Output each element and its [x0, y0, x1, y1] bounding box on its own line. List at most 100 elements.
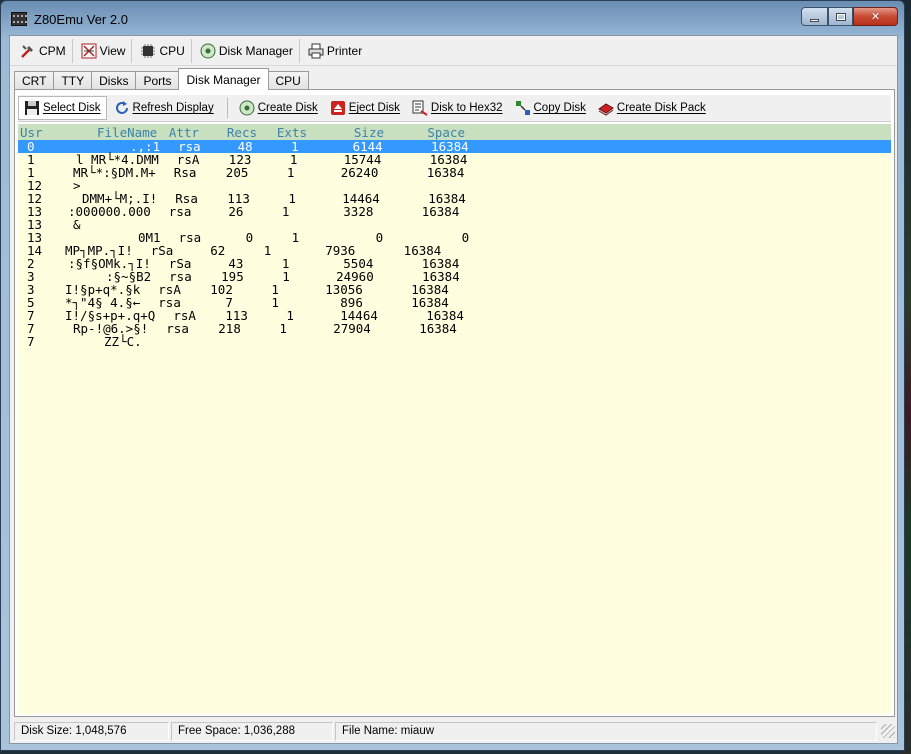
eject-disk-label: Eject Disk — [348, 102, 400, 114]
eject-disk-button[interactable]: Eject Disk — [325, 96, 405, 120]
list-space: 16384 — [419, 321, 457, 336]
cpm-button[interactable]: CPM — [14, 38, 73, 63]
col-usr[interactable]: Usr — [18, 125, 72, 140]
list-filename: ZZ└C. — [104, 334, 142, 349]
view-icon — [81, 43, 97, 59]
create-disk-pack-label: Create Disk Pack — [616, 102, 706, 114]
disk-to-hex32-button[interactable]: Disk to Hex32 — [407, 96, 508, 120]
disk-toolbar: Select Disk Refresh Display Create Disk — [18, 94, 891, 122]
eject-icon — [330, 100, 346, 116]
col-recs[interactable]: Recs — [199, 125, 257, 140]
status-bar: Disk Size: 1,048,576 Free Space: 1,036,2… — [14, 721, 895, 741]
tab-disks[interactable]: Disks — [91, 71, 137, 90]
close-icon: ✕ — [870, 10, 881, 23]
list-attr: rsa — [166, 321, 189, 336]
list-size: 26240 — [340, 165, 379, 180]
disk-to-hex32-label: Disk to Hex32 — [430, 102, 503, 114]
create-disk-label: Create Disk — [257, 102, 318, 114]
list-space: 16384 — [426, 165, 465, 180]
status-disk-size: Disk Size: 1,048,576 — [14, 721, 169, 741]
hex-icon — [412, 100, 428, 116]
list-recs: 26 — [228, 204, 244, 219]
table-row[interactable]: 13:000000.000 rsa 26 1 3328 16384 — [18, 204, 891, 219]
view-label: View — [99, 43, 126, 58]
create-disk-pack-button[interactable]: Create Disk Pack — [593, 96, 711, 120]
table-row[interactable]: 13 0M1 rsa 0 1 0 0 — [18, 230, 891, 245]
title-bar[interactable]: Z80Emu Ver 2.0 ✕ — [1, 1, 904, 35]
disk-manager-button[interactable]: Disk Manager — [194, 38, 300, 63]
select-disk-label: Select Disk — [43, 102, 101, 114]
list-space: 16384 — [421, 204, 460, 219]
table-row[interactable]: 7 ZZ└C. — [18, 334, 891, 349]
list-size: 27904 — [333, 321, 371, 336]
refresh-display-label: Refresh Display — [132, 102, 214, 114]
copy-disk-button[interactable]: Copy Disk — [510, 96, 591, 120]
refresh-icon — [114, 100, 130, 116]
col-exts[interactable]: Exts — [257, 125, 307, 140]
list-usr: 7 — [27, 334, 35, 349]
window-title: Z80Emu Ver 2.0 — [34, 12, 128, 27]
list-size: 3328 — [343, 204, 374, 219]
table-row[interactable]: 3 I!§p+q*.§k rsA 102 1 13056 16384 — [18, 282, 891, 297]
printer-label: Printer — [326, 43, 363, 58]
floppy-icon — [24, 100, 40, 116]
main-toolbar: CPM View CPU Disk Manager Printer — [10, 36, 897, 66]
cpu-button[interactable]: CPU — [134, 38, 192, 63]
tab-disk-manager[interactable]: Disk Manager — [178, 68, 269, 90]
maximize-button[interactable] — [828, 7, 853, 26]
create-disk-icon — [239, 100, 255, 116]
cpu-icon — [140, 43, 156, 59]
view-button[interactable]: View — [75, 38, 133, 63]
list-exts: 1 — [286, 165, 295, 180]
list-attr: rsa — [168, 204, 192, 219]
tools-icon — [20, 43, 36, 59]
toolbar-separator — [226, 98, 228, 118]
copy-icon — [515, 100, 531, 116]
create-disk-button[interactable]: Create Disk — [234, 96, 323, 120]
minimize-button[interactable] — [801, 7, 828, 26]
table-row[interactable]: 7 Rp-!@6.>§! rsa 218 1 27904 16384 — [18, 321, 891, 336]
minimize-icon — [810, 18, 819, 22]
disk-icon — [200, 43, 216, 59]
cpm-label: CPM — [39, 43, 66, 58]
file-list[interactable]: Usr FileName Attr Recs Exts Size Space 0… — [18, 124, 891, 714]
select-disk-button[interactable]: Select Disk — [18, 96, 107, 120]
chip-icon[interactable] — [9, 12, 29, 26]
list-header: Usr FileName Attr Recs Exts Size Space — [18, 124, 891, 140]
tab-ports[interactable]: Ports — [135, 71, 180, 90]
list-recs: 218 — [218, 321, 241, 336]
status-free-space: Free Space: 1,036,288 — [171, 721, 333, 741]
col-attr[interactable]: Attr — [151, 125, 199, 140]
list-rows: 0 .,:1 rsa 48 1 6144 16384 1 l MR└*4.DMM rsA 123 1 1… — [18, 139, 891, 349]
disk-manager-label: Disk Manager — [218, 43, 293, 58]
cpu-label: CPU — [159, 43, 185, 58]
tab-tty[interactable]: TTY — [53, 71, 93, 90]
list-filename: > — [73, 178, 81, 193]
list-recs: 205 — [225, 165, 249, 180]
disk-manager-panel: Select Disk Refresh Display Create Disk — [14, 89, 895, 717]
list-attr: Rsa — [173, 165, 197, 180]
printer-button[interactable]: Printer — [302, 39, 368, 63]
col-size[interactable]: Size — [307, 125, 384, 140]
disk-pack-icon — [597, 100, 614, 116]
list-filename: MR└*:§DM.M+ — [73, 165, 156, 180]
copy-disk-label: Copy Disk — [533, 102, 586, 114]
client-area: CPM View CPU Disk Manager Printer CRT TT… — [9, 35, 898, 744]
col-filename[interactable]: FileName — [72, 125, 157, 140]
list-filename: & — [73, 217, 81, 232]
table-row[interactable]: 1 MR└*:§DM.M+ Rsa 205 1 26240 16384 — [18, 165, 891, 180]
status-file-name: File Name: miauw — [335, 721, 877, 741]
tab-cpu[interactable]: CPU — [267, 71, 309, 90]
tab-strip: CRT TTY Disks Ports Disk Manager CPU — [14, 68, 309, 90]
close-button[interactable]: ✕ — [853, 7, 898, 26]
printer-icon — [308, 43, 324, 59]
list-exts: 1 — [281, 204, 290, 219]
col-space[interactable]: Space — [384, 125, 465, 140]
resize-grip-icon[interactable] — [881, 724, 895, 738]
app-window: Z80Emu Ver 2.0 ✕ CPM View CPU Disk Manag… — [0, 0, 905, 751]
tab-crt[interactable]: CRT — [14, 71, 55, 90]
refresh-display-button[interactable]: Refresh Display — [109, 96, 219, 120]
table-row[interactable]: 3:§~§B2 rsa 195 1 24960 16384 — [18, 269, 891, 284]
list-exts: 1 — [279, 321, 287, 336]
maximize-icon — [835, 12, 846, 21]
